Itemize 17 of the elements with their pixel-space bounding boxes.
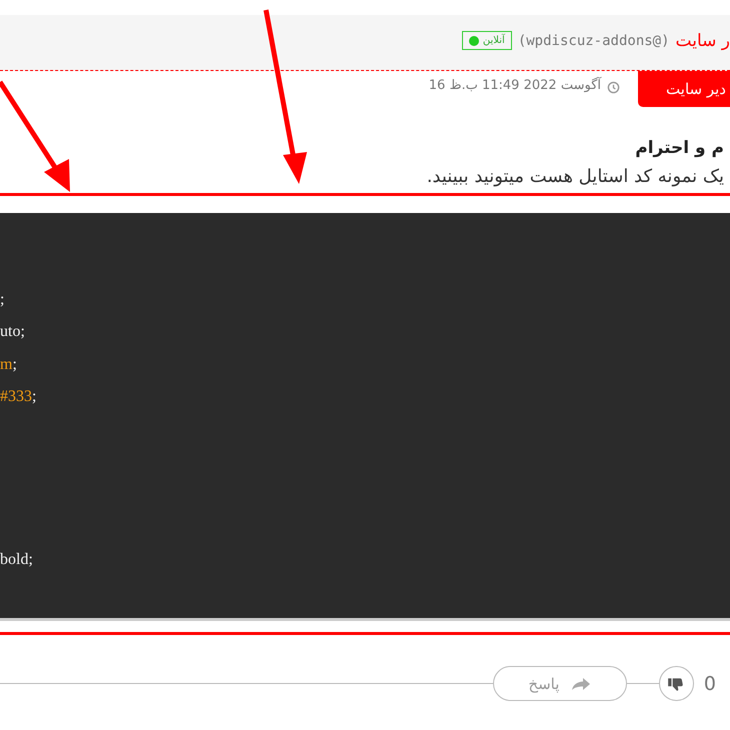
vote-count: 0: [704, 672, 716, 694]
code-line: bold;: [0, 550, 33, 568]
code-line: ;: [0, 290, 4, 308]
online-badge: آنلاین: [462, 31, 512, 50]
code-line: uto;: [0, 323, 25, 340]
reply-button[interactable]: پاسخ: [492, 666, 627, 701]
dislike-button[interactable]: [658, 666, 694, 701]
greeting-text: م و احترام: [634, 137, 724, 160]
role-badge: دیر سایت: [638, 71, 730, 107]
author-name[interactable]: ر سایت: [676, 30, 730, 50]
comment-text: یک نمونه کد استایل هست میتونید ببینید.: [426, 165, 724, 189]
clock-icon: [607, 81, 620, 94]
code-line: #333;: [0, 388, 36, 405]
username-text: (wpdiscuz-addons@): [518, 32, 670, 48]
code-line: m;: [0, 356, 17, 372]
comment-date: 16 آگوست 2022 11:49 ب.ظ: [428, 78, 601, 93]
reply-arrow-icon: [571, 676, 592, 690]
